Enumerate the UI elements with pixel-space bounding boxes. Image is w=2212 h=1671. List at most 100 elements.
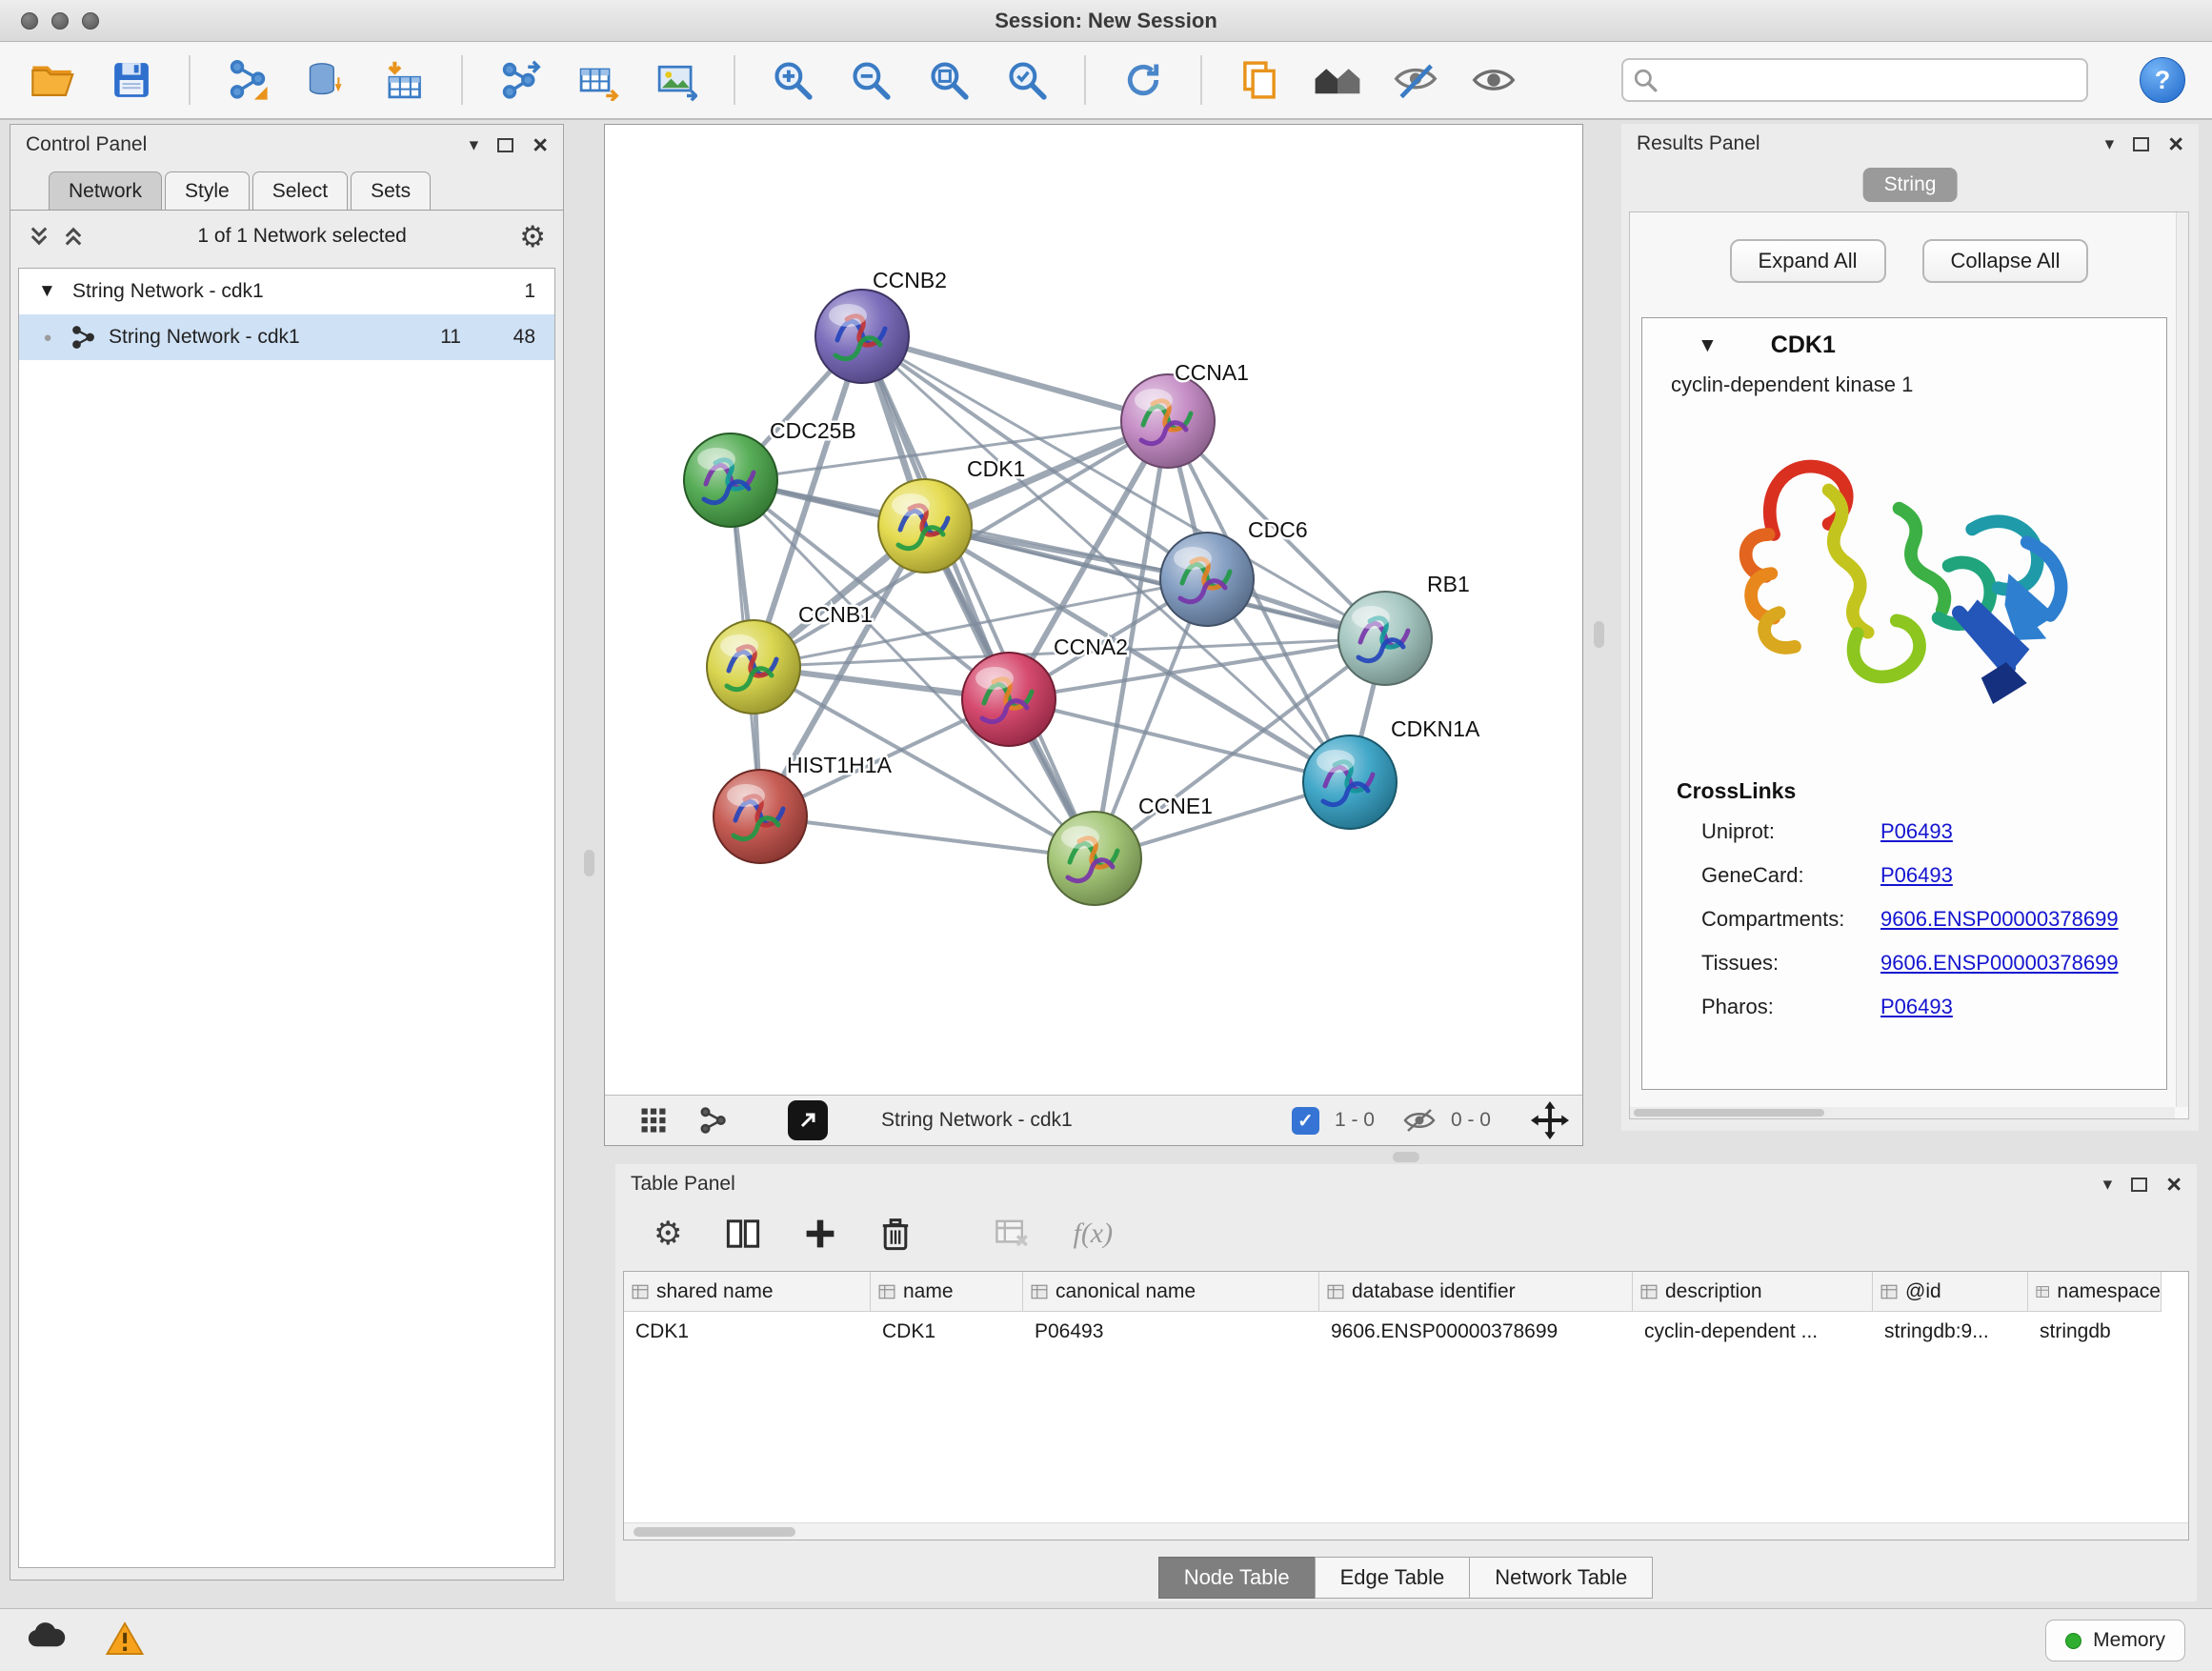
expand-all-button[interactable]: Expand All [1730, 239, 1886, 283]
import-network-database-button[interactable] [299, 53, 352, 107]
warning-icon[interactable] [105, 1621, 145, 1662]
tree-expand-icon[interactable]: ▼ [38, 281, 59, 302]
network-node-rb1[interactable]: RB1 [1338, 572, 1470, 685]
network-node-cdk1[interactable]: CDK1 [878, 456, 1025, 573]
tab-sets[interactable]: Sets [351, 171, 431, 210]
collapse-panel-icon[interactable]: ▾ [2105, 135, 2115, 153]
tab-style[interactable]: Style [165, 171, 250, 210]
control-panel-title: Control Panel [26, 133, 147, 156]
network-options-gear-icon[interactable]: ⚙ [519, 222, 546, 252]
float-panel-icon[interactable] [497, 138, 513, 152]
birdseye-grid-icon[interactable] [639, 1106, 668, 1135]
add-column-icon[interactable] [804, 1218, 836, 1250]
crosslink-link[interactable]: P06493 [1880, 995, 1953, 1019]
table-cell[interactable]: stringdb [2028, 1312, 2162, 1352]
table-horizontal-scrollbar[interactable] [624, 1522, 2188, 1540]
help-button[interactable]: ? [2140, 57, 2185, 103]
open-session-button[interactable] [27, 53, 80, 107]
column-header[interactable]: canonical name [1023, 1272, 1319, 1312]
tab-edge-table[interactable]: Edge Table [1315, 1557, 1471, 1599]
right-splitter-handle[interactable] [1594, 621, 1604, 648]
close-panel-icon[interactable]: × [2168, 131, 2183, 157]
pan-mode-icon[interactable] [1531, 1101, 1569, 1139]
column-header[interactable]: database identifier [1319, 1272, 1633, 1312]
results-horizontal-scrollbar[interactable] [1630, 1107, 2175, 1118]
hidden-eye-slash-icon[interactable] [1403, 1108, 1436, 1133]
column-header[interactable]: description [1633, 1272, 1873, 1312]
zoom-in-button[interactable] [766, 53, 819, 107]
column-type-icon [632, 1283, 649, 1300]
network-collection-row[interactable]: ▼ String Network - cdk1 1 [19, 269, 554, 314]
collapse-all-button[interactable]: Collapse All [1922, 239, 2089, 283]
results-vertical-scrollbar[interactable] [2176, 212, 2188, 1107]
network-canvas[interactable]: CCNB2CCNA1CDC25BCDK1CDC6RB1CCNB1CCNA2CDK… [605, 125, 1582, 1095]
table-cell[interactable]: 9606.ENSP00000378699 [1319, 1312, 1633, 1352]
network-node-cdc6[interactable]: CDC6 [1160, 517, 1308, 626]
import-table-file-button[interactable] [377, 53, 431, 107]
tab-select[interactable]: Select [252, 171, 348, 210]
tab-network[interactable]: Network [49, 171, 162, 210]
zoom-out-button[interactable] [844, 53, 897, 107]
show-columns-icon[interactable] [726, 1218, 760, 1249]
export-image-button[interactable] [650, 53, 703, 107]
network-node-hist1h1a[interactable]: HIST1H1A [714, 753, 893, 863]
collapse-all-icon[interactable] [28, 225, 50, 248]
search-input[interactable] [1621, 58, 2088, 102]
network-edge[interactable] [760, 816, 1095, 858]
zoom-selected-button[interactable] [1000, 53, 1054, 107]
table-cell[interactable]: P06493 [1023, 1312, 1319, 1352]
collapse-panel-icon[interactable]: ▾ [470, 136, 479, 154]
table-type-tabs: Node Table Edge Table Network Table [615, 1557, 2197, 1599]
network-node-ccna1[interactable]: CCNA1 [1121, 360, 1249, 468]
refresh-icon [1122, 59, 1164, 101]
export-table-button[interactable] [572, 53, 625, 107]
table-cell[interactable]: stringdb:9... [1873, 1312, 2028, 1352]
table-cell[interactable]: CDK1 [871, 1312, 1023, 1352]
refresh-network-button[interactable] [1116, 53, 1170, 107]
float-panel-icon[interactable] [2133, 137, 2149, 151]
cloud-status-icon[interactable] [25, 1621, 67, 1655]
column-header[interactable]: @id [1873, 1272, 2028, 1312]
left-splitter-handle[interactable] [584, 850, 594, 876]
crosslink-link[interactable]: P06493 [1880, 863, 1953, 888]
selected-checkbox-icon[interactable]: ✓ [1292, 1107, 1319, 1135]
bottom-splitter-handle[interactable] [1393, 1152, 1419, 1162]
tab-string[interactable]: String [1863, 168, 1958, 202]
table-options-gear-icon[interactable]: ⚙ [654, 1218, 682, 1250]
network-node-cdkn1a[interactable]: CDKN1A [1303, 716, 1480, 829]
node-label-cdc25b: CDC25B [770, 418, 856, 443]
import-network-file-button[interactable] [221, 53, 274, 107]
table-cell[interactable]: CDK1 [624, 1312, 871, 1352]
hide-selected-button[interactable] [1389, 53, 1442, 107]
zoom-fit-button[interactable] [922, 53, 975, 107]
table-row[interactable]: CDK1 CDK1 P06493 9606.ENSP00000378699 cy… [624, 1312, 2188, 1352]
column-header[interactable]: namespace [2028, 1272, 2162, 1312]
network-overview-icon[interactable] [698, 1106, 727, 1135]
entry-collapse-icon[interactable]: ▼ [1698, 334, 1718, 357]
show-all-button[interactable] [1467, 53, 1520, 107]
network-row-selected[interactable]: ● String Network - cdk1 11 48 [19, 314, 554, 360]
network-node-ccnb2[interactable]: CCNB2 [815, 268, 947, 383]
first-neighbors-button[interactable] [1311, 53, 1364, 107]
column-header[interactable]: shared name [624, 1272, 871, 1312]
memory-button[interactable]: Memory [2045, 1620, 2185, 1661]
network-edge[interactable] [862, 336, 1095, 858]
tab-network-table[interactable]: Network Table [1469, 1557, 1653, 1599]
float-panel-icon[interactable] [2131, 1178, 2147, 1192]
crosslink-link[interactable]: 9606.ENSP00000378699 [1880, 951, 2119, 976]
detach-view-button[interactable] [788, 1100, 828, 1140]
crosslink-link[interactable]: P06493 [1880, 819, 1953, 844]
table-cell[interactable]: cyclin-dependent ... [1633, 1312, 1873, 1352]
close-panel-icon[interactable]: × [533, 132, 548, 158]
clone-network-button[interactable] [1233, 53, 1286, 107]
export-network-button[interactable] [493, 53, 547, 107]
column-header[interactable]: name [871, 1272, 1023, 1312]
delete-column-trash-icon[interactable] [880, 1217, 911, 1251]
crosslink-link[interactable]: 9606.ENSP00000378699 [1880, 907, 2119, 932]
expand-all-icon[interactable] [62, 225, 85, 248]
close-panel-icon[interactable]: × [2166, 1172, 2182, 1198]
tab-node-table[interactable]: Node Table [1158, 1557, 1316, 1599]
window-title: Session: New Session [0, 0, 2212, 42]
collapse-panel-icon[interactable]: ▾ [2103, 1176, 2113, 1194]
save-session-button[interactable] [105, 53, 158, 107]
